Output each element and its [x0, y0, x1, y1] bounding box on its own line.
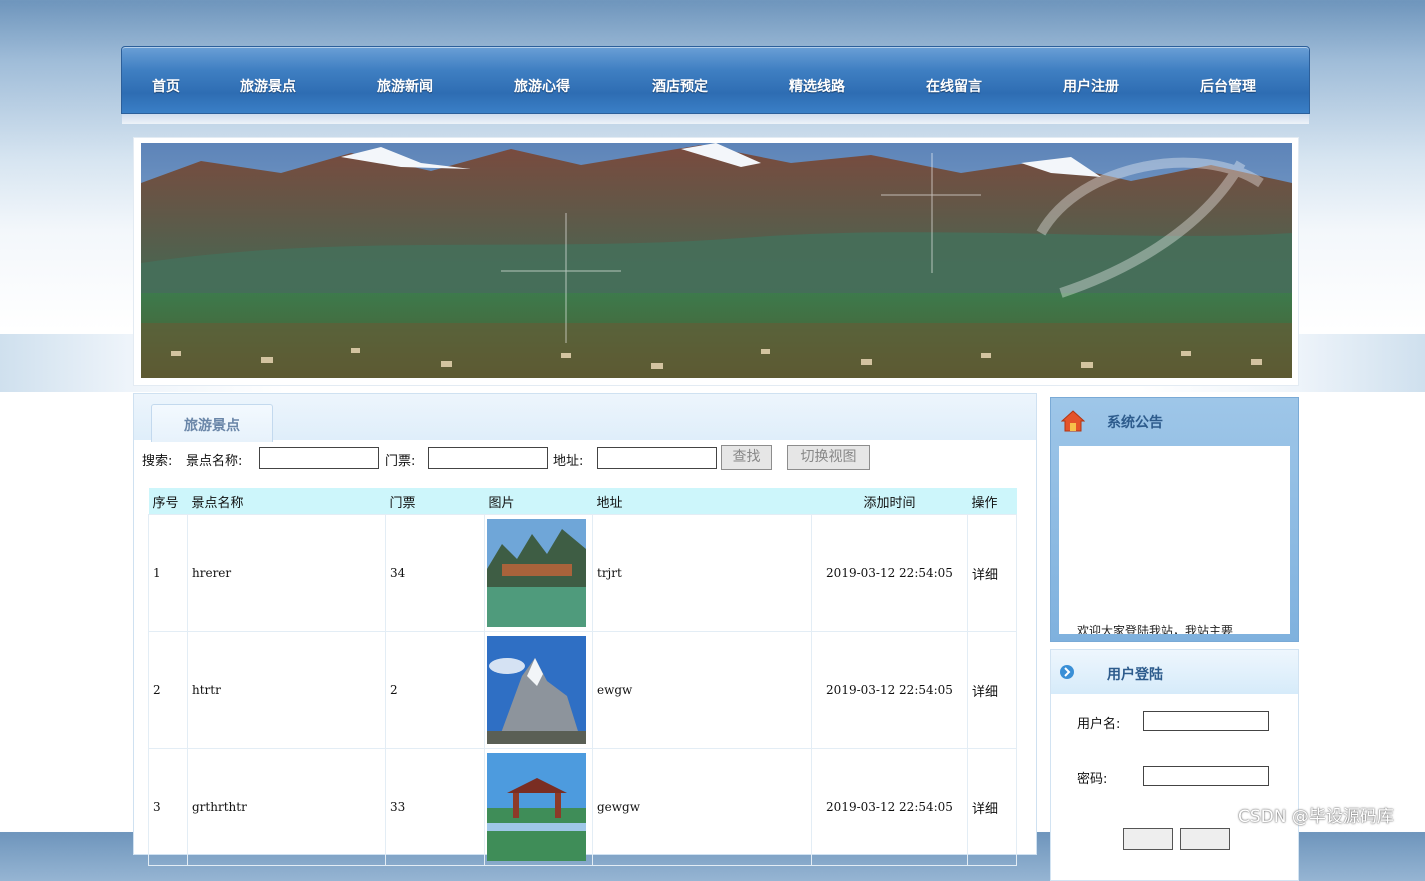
- notice-scroll-text: 欢迎大家登陆我站，我站主要: [1077, 624, 1234, 634]
- arrow-circle-icon: [1060, 665, 1074, 679]
- name-search-input[interactable]: [259, 447, 379, 469]
- nav-item-attractions[interactable]: 旅游景点: [240, 47, 296, 113]
- table-row: 3 grthrthtr 33 gewgw 2019-03-12 22:54:05…: [148, 748, 1017, 866]
- cell-no: 1: [148, 514, 188, 632]
- cell-address: gewgw: [592, 748, 812, 866]
- table-row: 1 hrerer 34 trjrt 2019-03-12 22:54:05 详细: [148, 514, 1017, 632]
- notice-header: 系统公告: [1051, 398, 1298, 444]
- cell-time: 2019-03-12 22:54:05: [811, 514, 968, 632]
- attractions-panel: 旅游景点 搜索: 景点名称: 门票: 地址: 查找 切换视图 序号 景点名称 门…: [133, 393, 1037, 866]
- password-label: 密码:: [1077, 772, 1108, 787]
- detail-link[interactable]: 详细: [967, 748, 1017, 866]
- cell-address: ewgw: [592, 631, 812, 749]
- header-ticket: 门票: [385, 488, 485, 515]
- table-row: 2 htrtr 2 ewgw 2019-03-12 22:54:05 详细: [148, 631, 1017, 749]
- header-image: 图片: [484, 488, 593, 515]
- cell-image: [484, 514, 593, 632]
- switch-view-button[interactable]: 切换视图: [787, 445, 870, 470]
- find-button[interactable]: 查找: [721, 445, 772, 470]
- address-label: 地址:: [553, 454, 584, 469]
- header-time: 添加时间: [811, 488, 968, 515]
- nav-item-register[interactable]: 用户注册: [1063, 47, 1119, 113]
- tab-attractions[interactable]: 旅游景点: [151, 404, 273, 442]
- detail-link[interactable]: 详细: [967, 514, 1017, 632]
- login-panel: 用户登陆 用户名: 密码:: [1050, 649, 1299, 881]
- address-search-input[interactable]: [597, 447, 717, 469]
- name-label: 景点名称:: [186, 454, 243, 469]
- cell-ticket: 34: [385, 514, 485, 632]
- nav-item-messages[interactable]: 在线留言: [926, 47, 982, 113]
- cell-time: 2019-03-12 22:54:05: [811, 631, 968, 749]
- cell-address: trjrt: [592, 514, 812, 632]
- cell-ticket: 2: [385, 631, 485, 749]
- detail-link[interactable]: 详细: [967, 631, 1017, 749]
- nav-shadow: [122, 114, 1309, 124]
- nav-item-admin[interactable]: 后台管理: [1200, 47, 1256, 113]
- main-nav: 首页 旅游景点 旅游新闻 旅游心得 酒店预定 精选线路 在线留言 用户注册 后台…: [121, 46, 1310, 114]
- cell-image: [484, 748, 593, 866]
- cell-no: 2: [148, 631, 188, 749]
- attraction-thumbnail[interactable]: [487, 636, 586, 744]
- reset-button[interactable]: [1180, 828, 1230, 850]
- cell-no: 3: [148, 748, 188, 866]
- nav-item-routes[interactable]: 精选线路: [789, 47, 845, 113]
- cell-time: 2019-03-12 22:54:05: [811, 748, 968, 866]
- attractions-panel-header: 旅游景点: [134, 394, 1036, 442]
- nav-item-home[interactable]: 首页: [152, 47, 180, 113]
- notice-title: 系统公告: [1107, 415, 1163, 431]
- home-icon: [1061, 410, 1085, 432]
- username-label: 用户名:: [1077, 717, 1121, 732]
- attraction-thumbnail[interactable]: [487, 519, 586, 627]
- password-input[interactable]: [1143, 766, 1269, 786]
- header-action: 操作: [967, 488, 1017, 515]
- notice-panel: 系统公告 欢迎大家登陆我站，我站主要: [1050, 397, 1299, 642]
- login-header: 用户登陆: [1051, 650, 1298, 694]
- watermark: CSDN @毕设源码库: [1238, 807, 1394, 827]
- cell-name: hrerer: [187, 514, 386, 632]
- cell-name: htrtr: [187, 631, 386, 749]
- header-address: 地址: [592, 488, 812, 515]
- ticket-search-input[interactable]: [428, 447, 548, 469]
- notice-content: 欢迎大家登陆我站，我站主要: [1059, 446, 1290, 634]
- page-container: 首页 旅游景点 旅游新闻 旅游心得 酒店预定 精选线路 在线留言 用户注册 后台…: [121, 44, 1310, 881]
- login-button[interactable]: [1123, 828, 1173, 850]
- nav-item-hotel-booking[interactable]: 酒店预定: [652, 47, 708, 113]
- attractions-table: 序号 景点名称 门票 图片 地址 添加时间 操作 1 hrerer 34 trj…: [148, 488, 1017, 866]
- attraction-thumbnail[interactable]: [487, 753, 586, 861]
- banner-image: [141, 143, 1292, 378]
- nav-item-news[interactable]: 旅游新闻: [377, 47, 433, 113]
- table-header-row: 序号 景点名称 门票 图片 地址 添加时间 操作: [148, 488, 1017, 515]
- nav-item-experiences[interactable]: 旅游心得: [514, 47, 570, 113]
- search-prefix-label: 搜索:: [142, 454, 173, 469]
- header-name: 景点名称: [187, 488, 386, 515]
- cell-image: [484, 631, 593, 749]
- cell-ticket: 33: [385, 748, 485, 866]
- login-title: 用户登陆: [1107, 667, 1163, 683]
- cell-name: grthrthtr: [187, 748, 386, 866]
- username-input[interactable]: [1143, 711, 1269, 731]
- ticket-label: 门票:: [385, 454, 416, 469]
- header-no: 序号: [148, 488, 188, 515]
